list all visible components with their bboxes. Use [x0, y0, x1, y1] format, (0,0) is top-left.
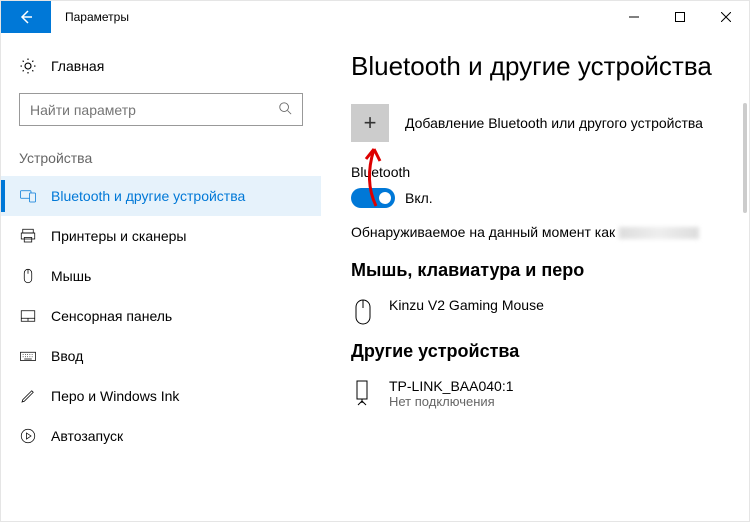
- keyboard-icon: [19, 347, 37, 365]
- sidebar-item-label: Автозапуск: [51, 428, 123, 444]
- maximize-button[interactable]: [657, 1, 703, 33]
- back-button[interactable]: [1, 1, 51, 33]
- home-button[interactable]: Главная: [1, 51, 321, 85]
- page-title: Bluetooth и другие устройства: [351, 51, 727, 82]
- sidebar-item-label: Сенсорная панель: [51, 308, 172, 324]
- home-label: Главная: [51, 58, 104, 74]
- add-device-label: Добавление Bluetooth или другого устройс…: [405, 115, 703, 131]
- add-device-button[interactable]: +: [351, 104, 389, 142]
- minimize-button[interactable]: [611, 1, 657, 33]
- mkp-heading: Мышь, клавиатура и перо: [351, 260, 727, 281]
- device-row-mouse[interactable]: Kinzu V2 Gaming Mouse: [351, 291, 727, 341]
- device-icon: [351, 378, 375, 406]
- autoplay-icon: [19, 427, 37, 445]
- search-input[interactable]: [30, 102, 278, 118]
- sidebar-item-typing[interactable]: Ввод: [1, 336, 321, 376]
- sidebar-item-label: Перо и Windows Ink: [51, 388, 179, 404]
- touchpad-icon: [19, 307, 37, 325]
- discoverable-text: Обнаруживаемое на данный момент как: [351, 224, 727, 240]
- printer-icon: [19, 227, 37, 245]
- bluetooth-toggle[interactable]: [351, 188, 395, 208]
- sidebar-item-printers[interactable]: Принтеры и сканеры: [1, 216, 321, 256]
- sidebar-item-bluetooth[interactable]: Bluetooth и другие устройства: [1, 176, 321, 216]
- sidebar-item-label: Мышь: [51, 268, 91, 284]
- sidebar: Главная Устройства Bluetooth и другие ус…: [1, 33, 321, 523]
- other-heading: Другие устройства: [351, 341, 727, 362]
- sidebar-item-label: Bluetooth и другие устройства: [51, 188, 245, 204]
- device-name: Kinzu V2 Gaming Mouse: [389, 297, 544, 313]
- scrollbar[interactable]: [743, 103, 747, 213]
- devices-icon: [19, 187, 37, 205]
- search-icon: [278, 101, 292, 118]
- close-button[interactable]: [703, 1, 749, 33]
- pen-icon: [19, 387, 37, 405]
- window-title: Параметры: [51, 1, 129, 33]
- device-row-other[interactable]: TP-LINK_BAA040:1 Нет подключения: [351, 372, 727, 425]
- title-bar: Параметры: [1, 1, 749, 33]
- sidebar-item-autoplay[interactable]: Автозапуск: [1, 416, 321, 456]
- mouse-icon: [351, 297, 375, 325]
- sidebar-item-mouse[interactable]: Мышь: [1, 256, 321, 296]
- device-name: TP-LINK_BAA040:1: [389, 378, 514, 394]
- mouse-icon: [19, 267, 37, 285]
- sidebar-item-label: Ввод: [51, 348, 83, 364]
- sidebar-item-touchpad[interactable]: Сенсорная панель: [1, 296, 321, 336]
- sidebar-item-pen[interactable]: Перо и Windows Ink: [1, 376, 321, 416]
- main-panel: Bluetooth и другие устройства + Добавлен…: [321, 33, 749, 523]
- bluetooth-label: Bluetooth: [351, 164, 727, 180]
- bluetooth-state: Вкл.: [405, 190, 433, 206]
- sidebar-category: Устройства: [1, 144, 321, 172]
- add-device-row[interactable]: + Добавление Bluetooth или другого устро…: [351, 104, 727, 142]
- device-name-blurred: [619, 227, 699, 239]
- gear-icon: [19, 57, 37, 75]
- device-status: Нет подключения: [389, 394, 514, 409]
- search-box[interactable]: [19, 93, 303, 126]
- plus-icon: +: [364, 110, 377, 136]
- sidebar-item-label: Принтеры и сканеры: [51, 228, 186, 244]
